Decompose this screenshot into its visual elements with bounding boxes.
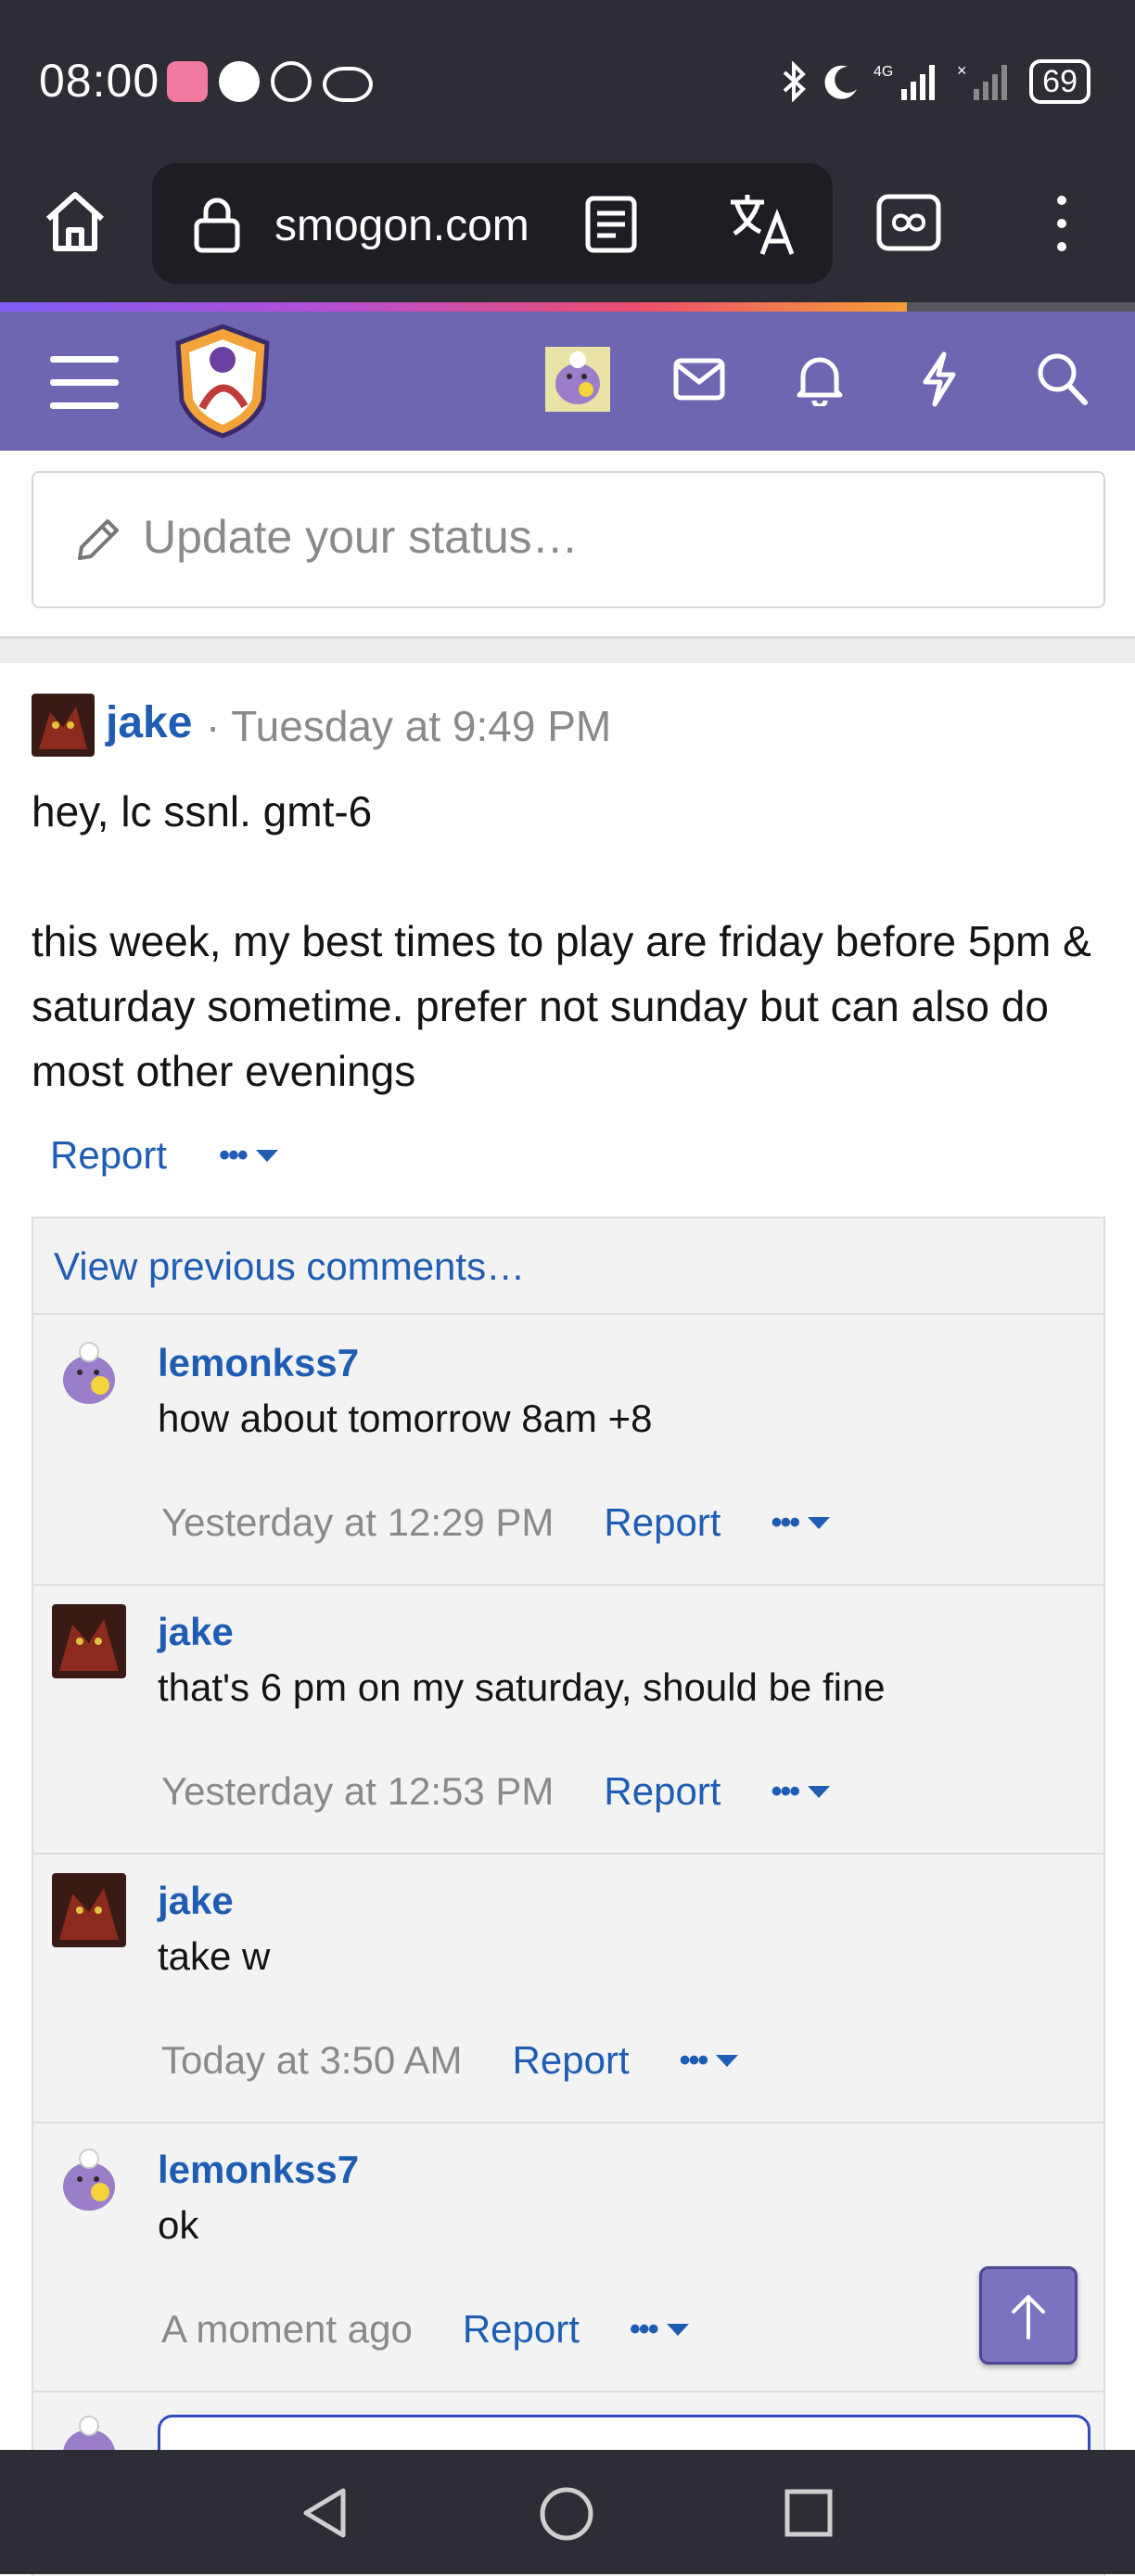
translate-icon[interactable]	[727, 191, 797, 258]
signal-4g-icon: 4G	[874, 64, 936, 100]
page-load-progress-track	[907, 302, 1135, 312]
comment-more-menu[interactable]: •••	[771, 1504, 831, 1541]
post-timestamp[interactable]: · Tuesday at 9:49 PM	[206, 701, 611, 751]
comment-timestamp[interactable]: A moment ago	[161, 2307, 413, 2352]
system-status-bar: 08:00 4G × 69	[0, 0, 1135, 158]
comment-more-menu[interactable]: •••	[630, 2312, 689, 2348]
post-author-name[interactable]: jake	[106, 697, 192, 748]
caret-down-icon	[808, 1785, 831, 1798]
smogon-logo[interactable]	[171, 323, 274, 440]
notification-icons	[167, 61, 373, 102]
comment-author[interactable]: jake	[158, 1610, 234, 1654]
comments-section: View previous comments… lemonkss7 how ab…	[32, 1217, 1105, 2576]
more-dots-icon: •••	[219, 1137, 249, 1173]
post-body-line: hey, lc ssnl. gmt-6	[32, 787, 373, 835]
tabs-icon[interactable]	[875, 193, 942, 254]
section-divider	[0, 636, 1135, 663]
comment-report-link[interactable]: Report	[604, 1769, 721, 1814]
status-placeholder[interactable]: Update your status…	[143, 510, 579, 564]
home-circle-icon[interactable]	[538, 2485, 595, 2543]
view-previous-comments[interactable]: View previous comments…	[33, 1218, 1103, 1315]
comment-text: take w	[158, 1934, 271, 1978]
svg-text:×: ×	[957, 61, 967, 80]
post-body: hey, lc ssnl. gmt-6 this week, my best t…	[32, 779, 1098, 1103]
arrow-up-icon	[1012, 2295, 1045, 2340]
comment-item: lemonkss7 how about tomorrow 8am +8 Yest…	[33, 1315, 1103, 1586]
caret-down-icon	[255, 1149, 278, 1162]
bell-icon[interactable]	[796, 352, 844, 406]
site-header	[0, 312, 1135, 451]
comment-report-link[interactable]: Report	[513, 2038, 630, 2083]
page-load-progress	[0, 302, 907, 312]
comment-more-menu[interactable]: •••	[771, 1773, 831, 1810]
caret-down-icon	[808, 1516, 831, 1529]
comment-meta: A moment ago Report •••	[161, 2307, 689, 2352]
eye-icon	[323, 67, 373, 102]
hamburger-menu-icon[interactable]	[50, 354, 119, 410]
caret-down-icon	[716, 2054, 739, 2067]
post-body-line: this week, my best times to play are fri…	[32, 917, 1091, 1095]
comment-text: that's 6 pm on my saturday, should be fi…	[158, 1665, 886, 1709]
status-right-icons: 4G × 69	[779, 59, 1090, 104]
status-update-input[interactable]: Update your status…	[32, 471, 1105, 608]
scroll-to-top-button[interactable]	[979, 2266, 1078, 2365]
comment-item: jake take w Today at 3:50 AM Report •••	[33, 1853, 1103, 2123]
more-dots-icon: •••	[771, 1504, 800, 1540]
home-icon[interactable]	[41, 187, 109, 256]
comment-avatar[interactable]	[52, 1335, 126, 1409]
inbox-icon[interactable]	[673, 358, 725, 401]
comment-item: jake that's 6 pm on my saturday, should …	[33, 1584, 1103, 1855]
address-bar[interactable]: smogon.com	[152, 163, 833, 284]
qq-icon	[219, 61, 260, 102]
comment-timestamp[interactable]: Yesterday at 12:29 PM	[161, 1500, 554, 1545]
signal-weak-icon: ×	[957, 61, 1008, 100]
svg-text:4G: 4G	[874, 64, 893, 80]
status-time: 08:00	[39, 55, 160, 107]
back-icon[interactable]	[299, 2485, 351, 2541]
comment-avatar[interactable]	[52, 2142, 126, 2216]
post-report-link[interactable]: Report	[50, 1133, 167, 1178]
comment-text: ok	[158, 2203, 199, 2247]
search-icon[interactable]	[1035, 351, 1089, 406]
view-previous-link[interactable]: View previous comments…	[54, 1244, 525, 1289]
comment-report-link[interactable]: Report	[463, 2307, 580, 2352]
post-more-menu[interactable]: •••	[219, 1138, 278, 1174]
comment-meta: Yesterday at 12:29 PM Report •••	[161, 1500, 831, 1545]
lock-icon[interactable]	[189, 195, 245, 254]
reader-mode-icon[interactable]	[582, 195, 640, 254]
sync-icon	[271, 61, 312, 102]
more-menu-icon[interactable]	[1048, 191, 1076, 256]
pencil-icon	[78, 519, 119, 560]
comment-item: lemonkss7 ok A moment ago Report •••	[33, 2122, 1103, 2392]
bilibili-icon	[167, 61, 208, 102]
comment-timestamp[interactable]: Yesterday at 12:53 PM	[161, 1769, 554, 1814]
recents-icon[interactable]	[783, 2487, 835, 2539]
post-author-avatar[interactable]	[32, 694, 95, 757]
battery-level: 69	[1029, 59, 1090, 104]
system-navigation-bar	[0, 2450, 1135, 2574]
browser-toolbar: smogon.com	[0, 148, 1135, 306]
more-dots-icon: •••	[679, 2042, 709, 2078]
comment-more-menu[interactable]: •••	[680, 2043, 739, 2079]
comment-timestamp[interactable]: Today at 3:50 AM	[161, 2038, 463, 2083]
caret-down-icon	[666, 2323, 689, 2336]
lightning-icon[interactable]	[918, 351, 961, 408]
comment-author[interactable]: lemonkss7	[158, 2148, 359, 2192]
comment-report-link[interactable]: Report	[604, 1500, 721, 1545]
bluetooth-icon	[783, 61, 807, 102]
post-actions: Report •••	[50, 1133, 278, 1178]
comment-author[interactable]: jake	[158, 1879, 234, 1923]
comment-meta: Yesterday at 12:53 PM Report •••	[161, 1769, 831, 1814]
more-dots-icon: •••	[629, 2311, 659, 2347]
comment-author[interactable]: lemonkss7	[158, 1341, 359, 1385]
user-avatar-icon[interactable]	[545, 347, 610, 412]
comment-meta: Today at 3:50 AM Report •••	[161, 2038, 739, 2083]
comment-text: how about tomorrow 8am +8	[158, 1396, 653, 1440]
more-dots-icon: •••	[771, 1773, 800, 1809]
moon-icon	[824, 65, 858, 99]
comment-avatar[interactable]	[52, 1604, 126, 1678]
comment-avatar[interactable]	[52, 1873, 126, 1947]
